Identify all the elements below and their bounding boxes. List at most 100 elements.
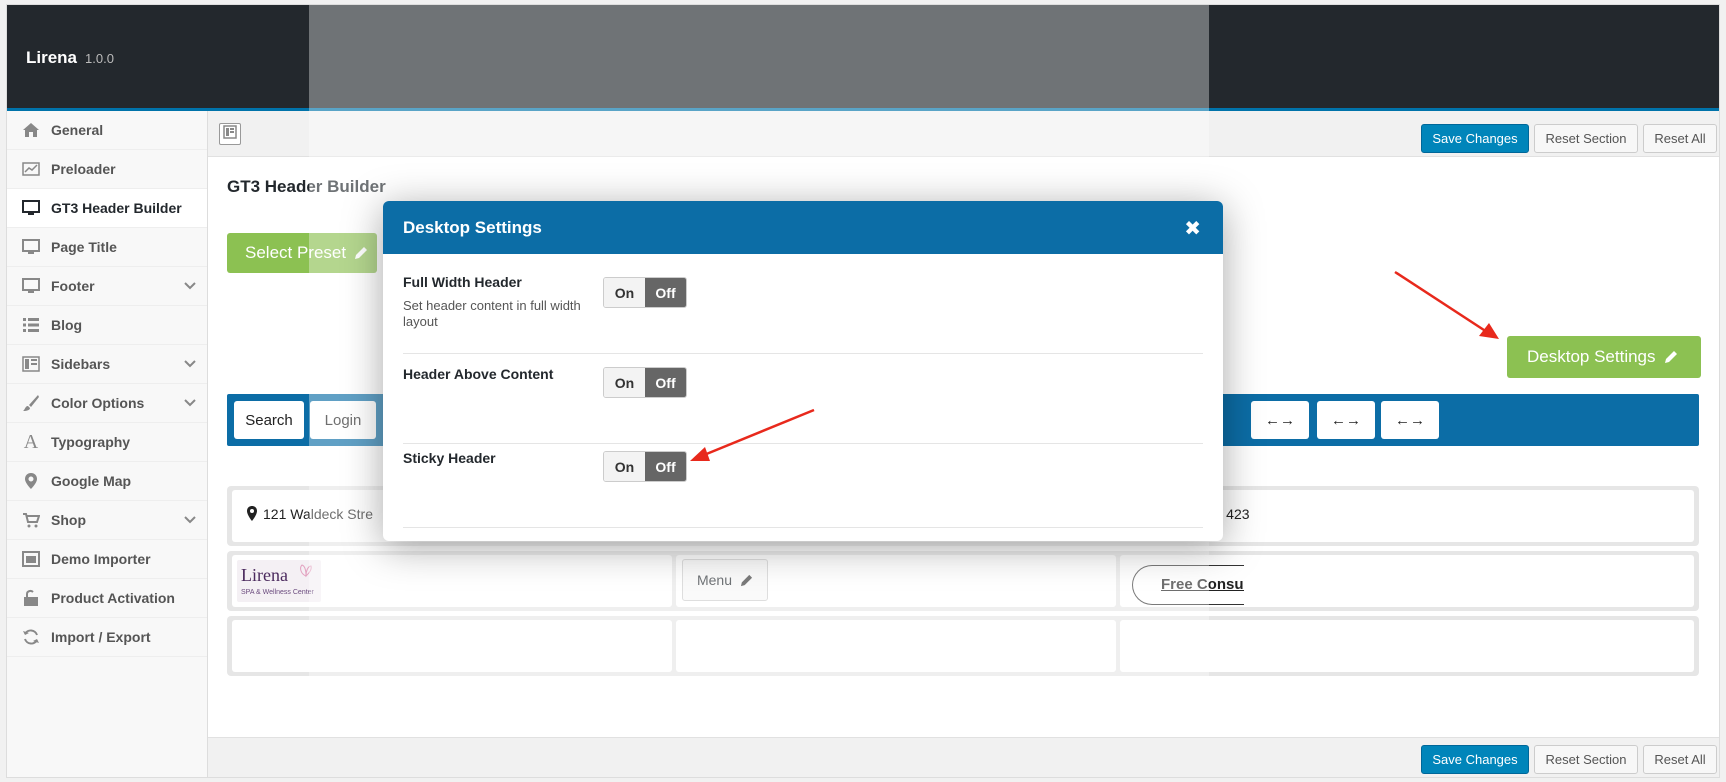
setting-sticky-header: Sticky Header On Off — [403, 450, 1203, 528]
columns-icon — [21, 354, 41, 374]
pencil-icon — [1664, 350, 1678, 364]
sidebar-item-label: Sidebars — [51, 356, 111, 372]
builder-row-cell[interactable] — [1120, 620, 1694, 672]
sidebar-item-footer[interactable]: Footer — [7, 267, 207, 306]
sidebar-item-label: Demo Importer — [51, 551, 151, 567]
builder-search-chip[interactable]: Search — [234, 401, 304, 439]
admin-frame: Lirena 1.0.0 General Preloader GT3 Header… — [6, 4, 1720, 778]
address-text: 121 Waldeck Stre — [263, 506, 373, 522]
sidebar-item-label: General — [51, 122, 104, 138]
setting-label: Sticky Header — [403, 450, 496, 466]
sidebar-item-label: Color Options — [51, 395, 145, 411]
sidebar-item-import-export[interactable]: Import / Export — [7, 618, 207, 657]
logo-text: Lirena — [241, 565, 288, 585]
address-item[interactable]: 121 Waldeck Stre — [246, 506, 373, 522]
reset-section-button[interactable]: Reset Section — [1534, 124, 1638, 153]
chevron-down-icon[interactable] — [183, 357, 197, 374]
toggle-off[interactable]: Off — [645, 368, 686, 397]
sidebar-item-label: Google Map — [51, 473, 132, 489]
chevron-down-icon[interactable] — [183, 513, 197, 530]
top-toolbar: Save Changes Reset Section Reset All — [208, 111, 1719, 157]
toggle-off[interactable]: Off — [645, 452, 686, 481]
desktop-settings-label: Desktop Settings — [1527, 347, 1656, 366]
sidebar-item-general[interactable]: General — [7, 111, 207, 150]
cart-icon — [21, 510, 41, 530]
brush-icon — [21, 393, 41, 413]
sidebar-item-page-title[interactable]: Page Title — [7, 228, 207, 267]
reset-all-button[interactable]: Reset All — [1643, 124, 1717, 153]
app-version: 1.0.0 — [85, 51, 114, 66]
cta-button-item[interactable]: Free Consult — [1132, 565, 1244, 605]
builder-row-cell[interactable] — [676, 620, 1116, 672]
modal-header: Desktop Settings ✖ — [383, 201, 1223, 254]
type-icon: A — [23, 430, 39, 453]
window-icon — [21, 549, 41, 569]
sidebar-item-label: Typography — [51, 434, 131, 450]
modal-title: Desktop Settings — [403, 217, 542, 237]
sidebar-item-preloader[interactable]: Preloader — [7, 150, 207, 189]
pencil-icon — [354, 246, 368, 260]
save-changes-button[interactable]: Save Changes — [1421, 745, 1529, 774]
expand-icon — [223, 124, 237, 144]
sidebar-item-sidebars[interactable]: Sidebars — [7, 345, 207, 384]
setting-description: Set header content in full width layout — [403, 298, 581, 329]
sidebar-item-gt3-header-builder[interactable]: GT3 Header Builder — [7, 189, 207, 228]
setting-header-above-content: Header Above Content On Off — [403, 366, 1203, 444]
builder-login-chip[interactable]: Login — [310, 401, 376, 439]
sidebar: General Preloader GT3 Header Builder Pag… — [7, 111, 208, 777]
pin-icon — [246, 506, 258, 522]
builder-row-cell[interactable]: Lirena SPA & Wellness Center — [232, 555, 672, 607]
sticky-header-toggle[interactable]: On Off — [603, 451, 687, 482]
full-width-header-toggle[interactable]: On Off — [603, 277, 687, 308]
menu-label: Menu — [696, 572, 733, 588]
menu-item[interactable]: Menu — [682, 559, 768, 601]
sidebar-item-shop[interactable]: Shop — [7, 501, 207, 540]
setting-label: Full Width Header — [403, 274, 522, 290]
builder-spacer-chip[interactable]: ←→ — [1251, 401, 1309, 439]
save-changes-button[interactable]: Save Changes — [1421, 124, 1529, 153]
toggle-on[interactable]: On — [604, 452, 645, 481]
list-icon — [21, 315, 41, 335]
pencil-icon — [740, 574, 753, 587]
header-above-content-toggle[interactable]: On Off — [603, 367, 687, 398]
select-preset-label: Select Preset — [245, 243, 347, 262]
bottom-toolbar: Save Changes Reset Section Reset All — [208, 737, 1719, 777]
builder-row-2: Lirena SPA & Wellness Center Menu Free C… — [227, 551, 1699, 611]
chevron-down-icon[interactable] — [183, 279, 197, 296]
refresh-icon — [21, 627, 41, 647]
chevron-down-icon[interactable] — [183, 396, 197, 413]
toggle-on[interactable]: On — [604, 278, 645, 307]
brand: Lirena 1.0.0 — [26, 48, 114, 68]
top-bar: Lirena 1.0.0 — [7, 5, 1719, 111]
sidebar-item-label: Footer — [51, 278, 95, 294]
expand-options-button[interactable] — [219, 123, 241, 145]
reset-section-button[interactable]: Reset Section — [1534, 745, 1638, 774]
sidebar-item-product-activation[interactable]: Product Activation — [7, 579, 207, 618]
sidebar-item-label: Shop — [51, 512, 86, 528]
sidebar-item-typography[interactable]: A Typography — [7, 423, 207, 462]
toggle-on[interactable]: On — [604, 368, 645, 397]
sidebar-item-demo-importer[interactable]: Demo Importer — [7, 540, 207, 579]
sidebar-item-label: Import / Export — [51, 629, 151, 645]
builder-row-3 — [227, 616, 1699, 676]
sidebar-item-label: Product Activation — [51, 590, 175, 606]
sidebar-item-label: Blog — [51, 317, 83, 333]
sidebar-item-google-map[interactable]: Google Map — [7, 462, 207, 501]
app-name: Lirena — [26, 48, 78, 67]
select-preset-button[interactable]: Select Preset — [227, 233, 377, 273]
sidebar-item-blog[interactable]: Blog — [7, 306, 207, 345]
sidebar-item-color-options[interactable]: Color Options — [7, 384, 207, 423]
logo-tagline: SPA & Wellness Center — [241, 589, 314, 596]
builder-row-cell[interactable]: Free Consult — [1120, 555, 1694, 607]
desktop-settings-modal: Desktop Settings ✖ Full Width Header Set… — [383, 201, 1223, 541]
logo-item[interactable]: Lirena SPA & Wellness Center — [237, 560, 321, 602]
builder-row-cell[interactable]: Menu — [676, 555, 1116, 607]
page-title: GT3 Header Builder — [227, 177, 386, 196]
builder-spacer-chip[interactable]: ←→ — [1381, 401, 1439, 439]
desktop-settings-button[interactable]: Desktop Settings — [1507, 336, 1701, 378]
builder-row-cell[interactable] — [232, 620, 672, 672]
reset-all-button[interactable]: Reset All — [1643, 745, 1717, 774]
toggle-off[interactable]: Off — [645, 278, 686, 307]
builder-spacer-chip[interactable]: ←→ — [1317, 401, 1375, 439]
close-icon[interactable]: ✖ — [1184, 216, 1201, 241]
